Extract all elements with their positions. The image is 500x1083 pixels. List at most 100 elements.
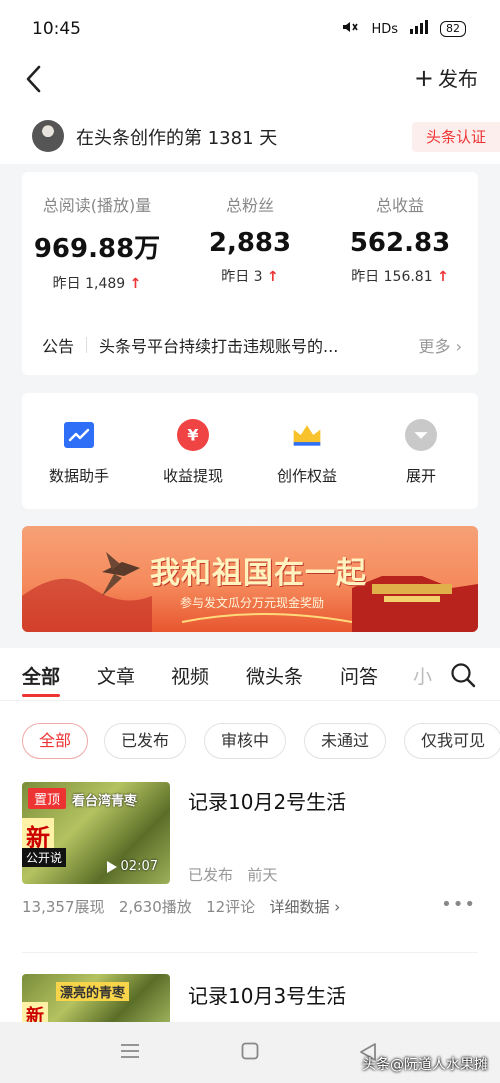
chevron-right-icon: › (455, 337, 462, 356)
content-tabs: 全部 文章 视频 微头条 问答 小 (0, 648, 500, 700)
stat-yesterday-text: 昨日 156.81 (351, 269, 433, 285)
stat-label: 总粉丝 (225, 196, 274, 215)
filter-private[interactable]: 仅我可见 (404, 723, 500, 759)
video-thumbnail[interactable]: 看台湾青枣 置顶 新 公开说 02:07 (22, 782, 170, 884)
promo-banner[interactable]: 我和祖国在一起 参与发文瓜分万元现金奖励 (22, 526, 478, 632)
more-options-icon[interactable]: ••• (441, 894, 476, 915)
publish-status: 已发布 (188, 866, 234, 884)
status-bar: 10:45 HDs 82 (0, 0, 500, 58)
yuan-icon: ¥ (177, 419, 209, 451)
search-icon[interactable] (450, 662, 476, 692)
notice-label: 公告 (42, 337, 75, 356)
mute-icon (341, 20, 361, 38)
tool-income-withdraw[interactable]: ¥ 收益提现 (148, 419, 238, 486)
tab-articles[interactable]: 文章 (97, 662, 135, 689)
tool-label: 展开 (405, 467, 436, 485)
tool-label: 创作权益 (276, 467, 337, 485)
watermark: 头条@阮道人水果摊 (362, 1057, 488, 1073)
tool-creator-rights[interactable]: 创作权益 (262, 419, 352, 486)
stat-total-reads[interactable]: 总阅读(播放)量 969.88万 昨日 1,489 ↑ (22, 192, 172, 293)
post-list: 看台湾青枣 置顶 新 公开说 02:07 记录10月2号生活 已发布 前天 13… (0, 762, 500, 1022)
filter-published[interactable]: 已发布 (104, 723, 187, 759)
publish-button[interactable]: + 发布 (414, 63, 478, 92)
active-tab-indicator (22, 694, 60, 697)
tool-expand[interactable]: 展开 (376, 419, 466, 486)
stat-yesterday: 昨日 1,489 ↑ (22, 273, 172, 293)
stat-total-income[interactable]: 总收益 562.83 昨日 156.81 ↑ (325, 192, 475, 286)
battery-icon: 82 (440, 21, 466, 37)
publish-time: 前天 (247, 866, 278, 884)
crown-icon (291, 419, 323, 451)
pinned-badge: 置顶 (28, 788, 67, 809)
tool-label: 收益提现 (162, 467, 223, 485)
stats-card: 总阅读(播放)量 969.88万 昨日 1,489 ↑ 总粉丝 2,883 昨日… (22, 172, 478, 375)
stat-label: 总阅读(播放)量 (42, 196, 152, 215)
detail-label: 详细数据 (269, 898, 330, 916)
divider (22, 952, 478, 953)
duration-text: 02:07 (120, 859, 158, 874)
signal-icon (408, 20, 430, 38)
play-icon (106, 860, 117, 873)
filter-all[interactable]: 全部 (22, 723, 89, 759)
filter-reviewing[interactable]: 审核中 (204, 723, 287, 759)
svg-text:¥: ¥ (187, 426, 198, 445)
plays-count: 2,630播放 (118, 898, 192, 916)
stat-yesterday-text: 昨日 3 (221, 269, 263, 285)
tool-label: 数据助手 (48, 467, 109, 485)
status-filters: 全部 已发布 审核中 未通过 仅我可见 (0, 700, 500, 762)
up-arrow-icon: ↑ (437, 269, 449, 285)
stat-label: 总收益 (375, 196, 424, 215)
home-icon[interactable] (241, 1042, 259, 1064)
tab-micro-posts[interactable]: 微头条 (246, 662, 303, 689)
chevron-left-icon (26, 65, 41, 93)
video-thumbnail[interactable]: 漂亮的青枣 新 (22, 974, 170, 1022)
status-icons: HDs 82 (341, 20, 466, 38)
stat-value: 2,883 (208, 228, 292, 258)
tab-all[interactable]: 全部 (22, 662, 60, 689)
notice-bar[interactable]: 公告 头条号平台持续打击违规账号的... 更多 › (42, 330, 462, 360)
comments-count: 12评论 (206, 898, 256, 916)
tab-videos[interactable]: 视频 (171, 662, 209, 689)
tab-more[interactable]: 小 (413, 662, 432, 689)
more-label: 更多 (418, 337, 451, 356)
banner-subtitle: 参与发文瓜分万元现金奖励 (180, 596, 325, 610)
back-button[interactable] (18, 62, 48, 96)
network-type: HDs (371, 21, 398, 37)
filter-rejected[interactable]: 未通过 (304, 723, 387, 759)
tools-card: 数据助手 ¥ 收益提现 创作权益 展开 (22, 393, 478, 509)
notice-text: 头条号平台持续打击违规账号的... (99, 337, 339, 356)
tab-qa[interactable]: 问答 (340, 662, 378, 689)
stat-total-fans[interactable]: 总粉丝 2,883 昨日 3 ↑ (175, 192, 325, 286)
thumb-label: 公开说 (22, 848, 67, 867)
chevron-down-circle-icon (405, 419, 437, 451)
thumb-caption: 漂亮的青枣 (56, 982, 130, 1001)
up-arrow-icon: ↑ (267, 269, 279, 285)
divider (86, 337, 88, 353)
views-count: 13,357展现 (22, 898, 105, 916)
stat-yesterday: 昨日 3 ↑ (175, 266, 325, 286)
chevron-right-icon: › (334, 898, 341, 916)
certification-badge[interactable]: 头条认证 (411, 122, 500, 152)
nav-bar: + 发布 (0, 58, 500, 102)
tool-data-assistant[interactable]: 数据助手 (34, 419, 124, 486)
avatar[interactable] (32, 120, 64, 152)
plus-icon: + (413, 63, 434, 92)
post-title[interactable]: 记录10月2号生活 (188, 786, 346, 815)
post-title[interactable]: 记录10月3号生活 (188, 980, 346, 1009)
trend-chart-icon (63, 419, 95, 451)
thumb-caption: 看台湾青枣 (72, 794, 138, 809)
up-arrow-icon: ↑ (129, 276, 142, 292)
video-duration: 02:07 (106, 859, 158, 874)
stat-value: 562.83 (349, 228, 451, 258)
stat-value: 969.88万 (33, 234, 161, 264)
banner-title: 我和祖国在一起 (150, 556, 367, 591)
thumb-label: 新 (22, 1002, 48, 1022)
publish-label: 发布 (438, 67, 478, 91)
notice-more-link[interactable]: 更多 › (418, 333, 462, 357)
stat-yesterday: 昨日 156.81 ↑ (325, 266, 475, 286)
menu-icon[interactable] (120, 1042, 140, 1064)
system-nav-bar: 头条@阮道人水果摊 (0, 1022, 500, 1083)
detail-data-link[interactable]: 详细数据 › (269, 898, 340, 916)
post-stats: 13,357展现 2,630播放 12评论 详细数据 › (22, 896, 340, 917)
status-time: 10:45 (32, 19, 81, 39)
